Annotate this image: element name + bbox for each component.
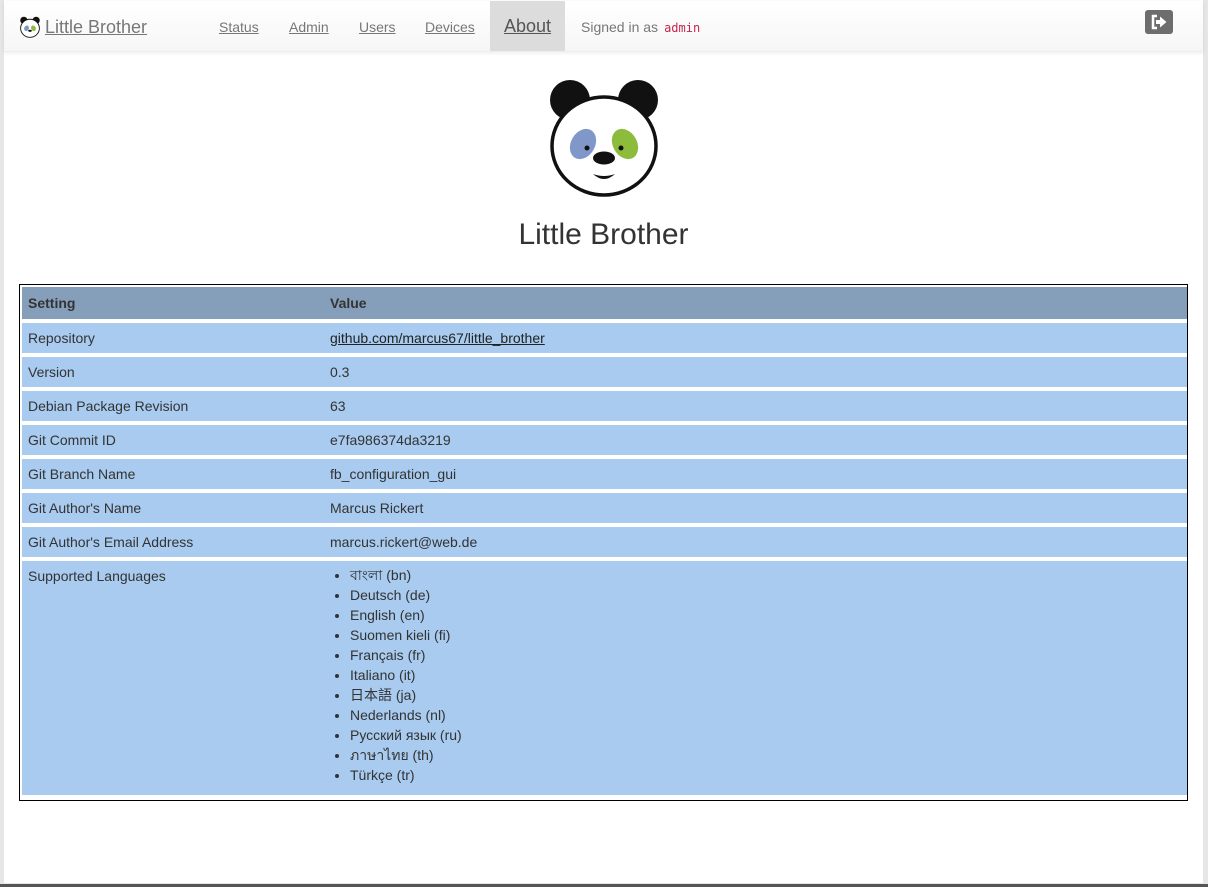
language-item: English (en)	[350, 605, 1181, 625]
nav-devices[interactable]: Devices	[425, 1, 475, 51]
table-row: Git Branch Name fb_configuration_gui	[22, 459, 1187, 489]
value-cell: Marcus Rickert	[324, 493, 1187, 523]
table-row: Repository github.com/marcus67/little_br…	[22, 323, 1187, 353]
value-cell: github.com/marcus67/little_brother	[324, 323, 1187, 353]
language-item: Nederlands (nl)	[350, 705, 1181, 725]
language-item: Français (fr)	[350, 645, 1181, 665]
page-title: Little Brother	[518, 218, 689, 251]
setting-cell: Version	[22, 357, 324, 387]
setting-cell: Debian Package Revision	[22, 391, 324, 421]
language-item: ภาษาไทย (th)	[350, 745, 1181, 765]
setting-cell: Supported Languages	[22, 561, 324, 795]
value-cell: 63	[324, 391, 1187, 421]
navbar: Little Brother Status Admin Users Device…	[4, 1, 1203, 52]
table-header-row: Setting Value	[22, 287, 1187, 319]
panda-logo	[550, 80, 658, 197]
nav-users[interactable]: Users	[359, 1, 396, 51]
languages-list: বাংলা (bn) Deutsch (de) English (en) Suo…	[330, 565, 1181, 785]
language-item: Türkçe (tr)	[350, 765, 1181, 785]
table-row: Git Author's Email Address marcus.ricker…	[22, 527, 1187, 557]
value-cell: e7fa986374da3219	[324, 425, 1187, 455]
setting-cell: Repository	[22, 323, 324, 353]
signed-in-username: admin	[664, 21, 701, 35]
table-row: Git Author's Name Marcus Rickert	[22, 493, 1187, 523]
logout-button[interactable]	[1145, 10, 1173, 34]
panda-logo-icon	[20, 16, 40, 38]
about-table: Setting Value Repository github.com/marc…	[19, 284, 1188, 801]
brand-link[interactable]: Little Brother	[19, 15, 147, 39]
language-item: বাংলা (bn)	[350, 565, 1181, 585]
value-cell: 0.3	[324, 357, 1187, 387]
repository-link[interactable]: github.com/marcus67/little_brother	[330, 330, 545, 346]
signed-in-label: Signed in as	[581, 19, 659, 35]
value-cell: fb_configuration_gui	[324, 459, 1187, 489]
language-item: Русский язык (ru)	[350, 725, 1181, 745]
language-item: Suomen kieli (fi)	[350, 625, 1181, 645]
table-row: Version 0.3	[22, 357, 1187, 387]
language-item: 日本語 (ja)	[350, 685, 1181, 705]
setting-cell: Git Author's Email Address	[22, 527, 324, 557]
table-row: Debian Package Revision 63	[22, 391, 1187, 421]
page: Little Brother Status Admin Users Device…	[4, 0, 1203, 883]
sign-out-icon	[1151, 14, 1167, 30]
setting-cell: Git Commit ID	[22, 425, 324, 455]
setting-cell: Git Author's Name	[22, 493, 324, 523]
table-row-languages: Supported Languages বাংলা (bn) Deutsch (…	[22, 561, 1187, 795]
nav-admin[interactable]: Admin	[289, 1, 329, 51]
nav-about[interactable]: About	[490, 1, 565, 51]
header-setting: Setting	[22, 287, 324, 319]
setting-cell: Git Branch Name	[22, 459, 324, 489]
signed-in-info: Signed in as admin	[581, 1, 700, 51]
brand-name: Little Brother	[45, 16, 148, 37]
table-row: Git Commit ID e7fa986374da3219	[22, 425, 1187, 455]
nav-status[interactable]: Status	[219, 1, 259, 51]
value-cell: বাংলা (bn) Deutsch (de) English (en) Suo…	[324, 561, 1187, 795]
header-value: Value	[324, 287, 1187, 319]
language-item: Deutsch (de)	[350, 585, 1181, 605]
value-cell: marcus.rickert@web.de	[324, 527, 1187, 557]
language-item: Italiano (it)	[350, 665, 1181, 685]
